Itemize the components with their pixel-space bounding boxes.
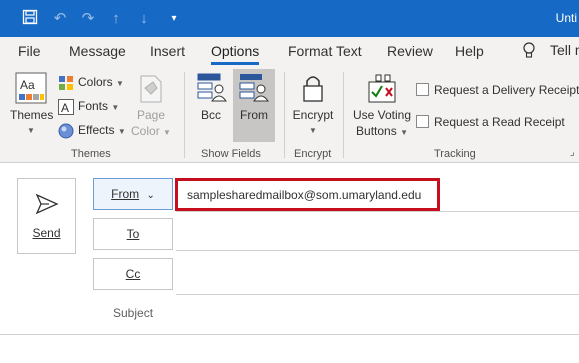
to-field-line xyxy=(176,250,579,251)
group-divider xyxy=(343,72,344,158)
effects-button[interactable]: Effects ▼ xyxy=(58,121,128,141)
from-address-field[interactable]: samplesharedmailbox@som.umaryland.edu xyxy=(175,178,440,211)
bcc-icon xyxy=(197,73,227,106)
fonts-button[interactable]: A Fonts ▼ xyxy=(58,97,128,117)
active-tab-indicator xyxy=(211,62,259,65)
chevron-down-icon: ▼ xyxy=(27,126,35,135)
themes-group-label: Themes xyxy=(71,148,111,160)
themes-icon: Aa xyxy=(15,72,47,107)
encrypt-group-label: Encrypt xyxy=(294,148,332,160)
colors-icon xyxy=(58,75,74,91)
from-icon xyxy=(239,73,269,106)
themes-label: Themes xyxy=(10,108,54,122)
colors-button[interactable]: Colors ▼ xyxy=(58,73,128,93)
page-color-label-1: Page xyxy=(136,108,166,122)
read-receipt-label: Request a Read Receipt xyxy=(434,115,565,129)
tab-format-text[interactable]: Format Text xyxy=(288,43,362,59)
svg-text:Aa: Aa xyxy=(20,78,35,92)
subject-input[interactable] xyxy=(176,300,579,332)
page-color-icon xyxy=(137,74,165,107)
send-button[interactable]: Send xyxy=(17,178,76,254)
effects-icon xyxy=(58,123,74,139)
subject-field-line xyxy=(0,334,579,335)
page-color-label-2: Color ▼ xyxy=(131,124,171,138)
redo-icon[interactable]: ↷ xyxy=(78,9,98,28)
to-button[interactable]: To xyxy=(93,218,173,250)
tab-options[interactable]: Options xyxy=(211,43,259,59)
tracking-group-label: Tracking xyxy=(434,148,476,160)
to-input[interactable] xyxy=(176,218,579,250)
encrypt-button[interactable]: Encrypt ▼ xyxy=(290,70,336,140)
cc-input[interactable] xyxy=(176,258,579,290)
tab-message[interactable]: Message xyxy=(69,43,126,59)
tab-file[interactable]: File xyxy=(18,43,41,59)
save-icon[interactable] xyxy=(20,9,40,30)
encrypt-label: Encrypt xyxy=(292,108,334,122)
chevron-down-icon: ⌄ xyxy=(146,190,155,201)
ribbon-tabs: File Message Insert Options Format Text … xyxy=(0,37,579,66)
chevron-down-icon: ▼ xyxy=(111,103,120,112)
customize-icon[interactable]: ▾ xyxy=(164,9,184,28)
cc-field-line xyxy=(176,294,579,295)
svg-text:A: A xyxy=(61,101,69,115)
group-divider xyxy=(184,72,185,158)
from-toggle-button[interactable]: From xyxy=(235,70,273,140)
voting-buttons-button[interactable]: Use Voting Buttons ▼ xyxy=(352,70,412,140)
from-button[interactable]: From ⌄ xyxy=(93,178,173,210)
checkbox-delivery[interactable] xyxy=(416,83,429,96)
page-color-button[interactable]: Page Color ▼ xyxy=(128,70,174,140)
send-label: Send xyxy=(32,226,61,240)
from-address-value: samplesharedmailbox@som.umaryland.edu xyxy=(187,188,422,202)
bcc-label: Bcc xyxy=(200,108,221,122)
delivery-receipt-label: Request a Delivery Receipt xyxy=(434,83,579,97)
window-title: Unti xyxy=(555,11,577,25)
tab-help[interactable]: Help xyxy=(455,43,484,59)
voting-label-2: Buttons ▼ xyxy=(356,124,408,138)
from-toggle-label: From xyxy=(240,108,268,122)
send-icon xyxy=(35,193,59,218)
tab-review[interactable]: Review xyxy=(387,43,433,59)
cc-button[interactable]: Cc xyxy=(93,258,173,290)
undo-icon[interactable]: ↶ xyxy=(50,9,70,28)
subject-label: Subject xyxy=(113,306,154,320)
colors-label: Colors xyxy=(78,75,113,89)
cc-label: Cc xyxy=(125,267,141,281)
lightbulb-icon xyxy=(522,42,536,63)
themes-button[interactable]: Aa Themes ▼ xyxy=(10,70,54,140)
dialog-launcher-icon[interactable]: ⌟ xyxy=(570,147,575,158)
checkbox-read[interactable] xyxy=(416,115,429,128)
chevron-down-icon: ▼ xyxy=(117,127,126,136)
effects-label: Effects xyxy=(78,123,115,137)
voting-label-1: Use Voting xyxy=(352,108,412,122)
up-arrow-icon[interactable]: ↑ xyxy=(106,9,126,28)
from-field-line xyxy=(176,211,579,212)
group-divider xyxy=(284,72,285,158)
chevron-down-icon: ▼ xyxy=(309,126,317,135)
fonts-icon: A xyxy=(58,99,74,115)
from-label: From xyxy=(111,187,140,201)
down-arrow-icon[interactable]: ↓ xyxy=(134,9,154,28)
to-label: To xyxy=(126,227,140,241)
lock-icon xyxy=(302,73,324,106)
fonts-label: Fonts xyxy=(78,99,109,113)
voting-icon xyxy=(368,74,398,107)
title-bar: ↶ ↷ ↑ ↓ ▾ Unti xyxy=(0,0,579,37)
tab-insert[interactable]: Insert xyxy=(150,43,185,59)
tell-me-label: Tell m xyxy=(550,42,579,58)
bcc-button[interactable]: Bcc xyxy=(192,70,230,140)
chevron-down-icon: ▼ xyxy=(116,79,124,88)
show-fields-group-label: Show Fields xyxy=(201,148,261,160)
